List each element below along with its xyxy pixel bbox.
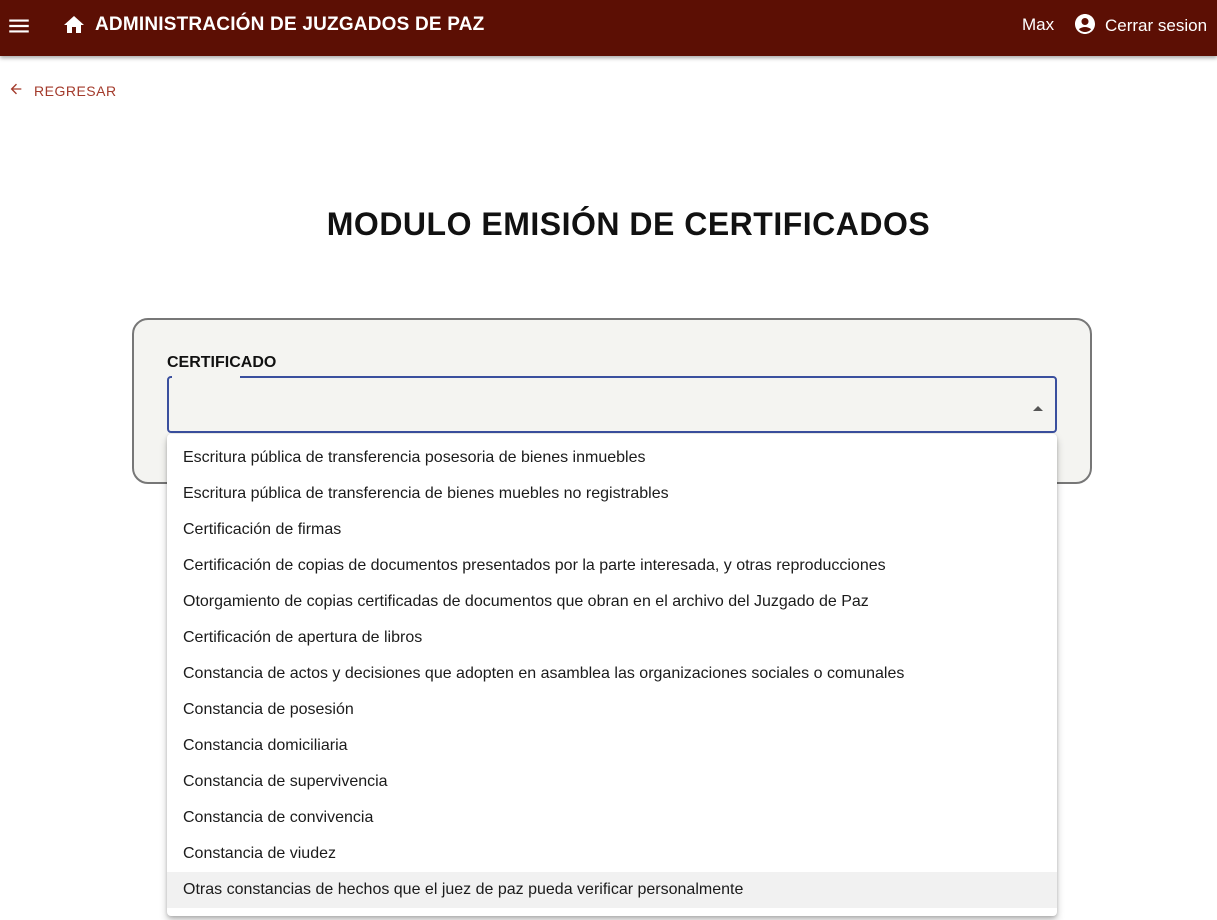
dropdown-option[interactable]: Escritura pública de transferencia de bi… — [167, 476, 1057, 512]
dropdown-option[interactable]: Certificación de apertura de libros — [167, 620, 1057, 656]
certificate-label: CERTIFICADO — [167, 354, 277, 371]
dropdown-option[interactable]: Constancia de viudez — [167, 836, 1057, 872]
caret-up-icon[interactable] — [1032, 400, 1044, 411]
arrow-back-icon — [8, 81, 24, 102]
label-notch — [172, 375, 240, 378]
dropdown-option[interactable]: Constancia domiciliaria — [167, 728, 1057, 764]
dropdown-option[interactable]: Certificación de firmas — [167, 512, 1057, 548]
dropdown-option[interactable]: Constancia de actos y decisiones que ado… — [167, 656, 1057, 692]
dropdown-option[interactable]: Otorgamiento de copias certificadas de d… — [167, 584, 1057, 620]
back-button[interactable]: REGRESAR — [8, 80, 117, 102]
dropdown-option[interactable]: Certificación de copias de documentos pr… — [167, 548, 1057, 584]
dropdown-option[interactable]: Constancia de supervivencia — [167, 764, 1057, 800]
logout-label: Cerrar sesion — [1105, 16, 1208, 35]
menu-icon[interactable] — [6, 13, 32, 39]
back-label: REGRESAR — [34, 83, 117, 99]
page-title: MODULO EMISIÓN DE CERTIFICADOS — [326, 206, 931, 242]
dropdown-option[interactable]: Constancia de convivencia — [167, 800, 1057, 836]
dropdown-option[interactable]: Constancia de posesión — [167, 692, 1057, 728]
user-name: Max — [1022, 15, 1055, 34]
app-title: ADMINISTRACIÓN DE JUZGADOS DE PAZ — [95, 14, 485, 35]
home-icon[interactable] — [62, 13, 86, 37]
dropdown-option[interactable]: Otras constancias de hechos que el juez … — [167, 872, 1057, 908]
dropdown-option[interactable]: Escritura pública de transferencia poses… — [167, 440, 1057, 476]
account-circle-icon — [1073, 12, 1097, 41]
logout-button[interactable]: Cerrar sesion — [1073, 12, 1207, 40]
app-bar: ADMINISTRACIÓN DE JUZGADOS DE PAZ Max Ce… — [0, 0, 1217, 56]
certificate-dropdown-menu: Escritura pública de transferencia poses… — [167, 434, 1057, 916]
certificate-select[interactable] — [167, 376, 1057, 433]
